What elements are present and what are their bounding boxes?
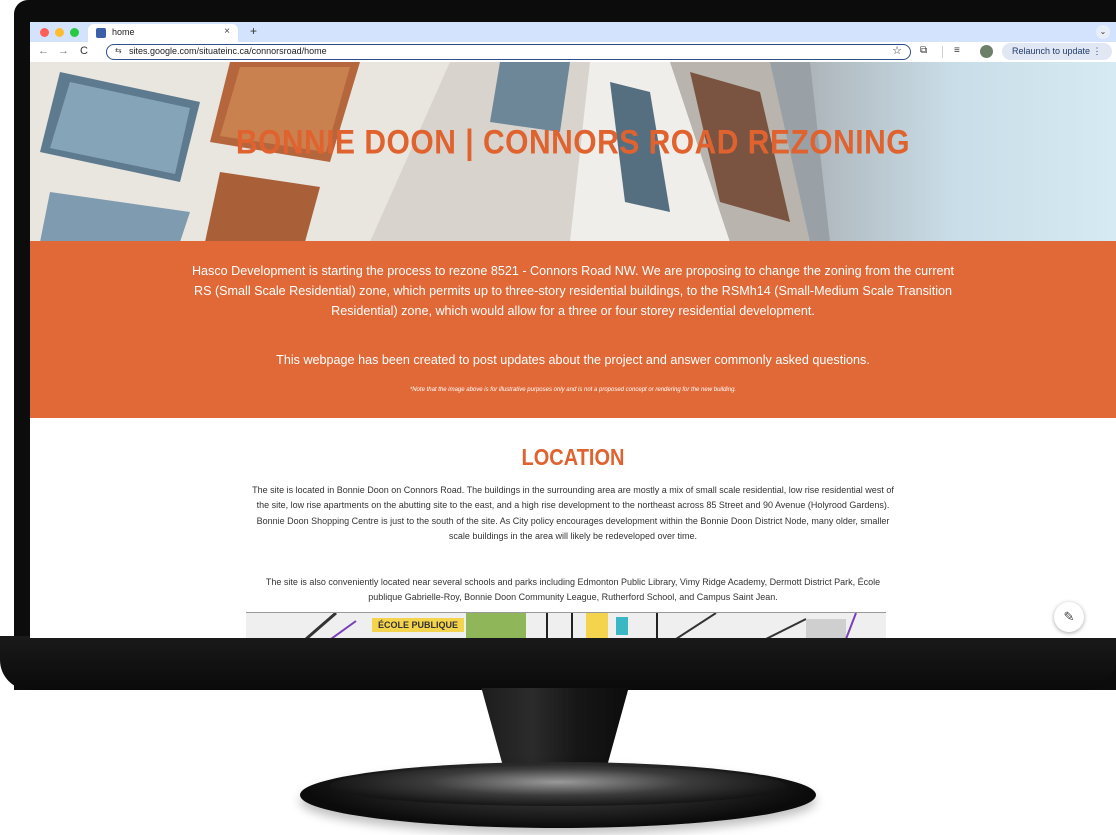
reload-button[interactable]: C	[80, 45, 88, 57]
minimize-window-button[interactable]	[55, 28, 64, 37]
maximize-window-button[interactable]	[70, 28, 79, 37]
forward-button[interactable]: →	[58, 45, 69, 57]
screen: home × + ⌄ ← → C ⇆ sites.google.com/situ…	[30, 22, 1116, 638]
tab-bar: home × + ⌄	[30, 22, 1116, 42]
map-graphic	[246, 613, 886, 638]
page-content: BONNIE DOON | CONNORS ROAD REZONING Hasc…	[30, 62, 1116, 638]
back-button[interactable]: ←	[38, 45, 49, 57]
browser-tab[interactable]: home ×	[88, 24, 238, 42]
url-text[interactable]: sites.google.com/situateinc.ca/connorsro…	[129, 46, 327, 56]
bookmark-star-icon[interactable]: ☆	[892, 44, 902, 57]
site-info-icon[interactable]: ⇆	[115, 46, 122, 55]
monitor-stand-base-highlight	[330, 766, 786, 806]
location-paragraph-amenities: The site is also conveniently located ne…	[265, 577, 881, 603]
toolbar-divider	[942, 46, 943, 58]
location-map: ÉCOLE PUBLIQUE	[246, 612, 886, 638]
illustrative-note: *Note that the image above is for illust…	[409, 387, 737, 393]
address-bar[interactable]: ⇆ sites.google.com/situateinc.ca/connors…	[106, 44, 911, 60]
relaunch-button[interactable]: Relaunch to update ⋮	[1002, 43, 1112, 60]
monitor-chin	[0, 636, 1116, 690]
hero-banner: BONNIE DOON | CONNORS ROAD REZONING	[30, 62, 1116, 242]
intro-section: Hasco Development is starting the proces…	[30, 241, 1116, 418]
tab-search-button[interactable]: ⌄	[1096, 25, 1110, 39]
location-heading: LOCATION	[521, 445, 625, 471]
reading-list-icon[interactable]: ≡	[954, 45, 960, 56]
close-window-button[interactable]	[40, 28, 49, 37]
location-paragraph: The site is located in Bonnie Doon on Co…	[252, 485, 894, 542]
toolbar: ← → C ⇆ sites.google.com/situateinc.ca/c…	[30, 42, 1116, 63]
map-label-school: ÉCOLE PUBLIQUE	[372, 618, 464, 632]
sites-favicon-icon	[96, 28, 106, 38]
intro-paragraph-updates: This webpage has been created to post up…	[276, 353, 870, 367]
pencil-icon: ✎	[1063, 609, 1075, 624]
new-tab-button[interactable]: +	[250, 24, 257, 38]
extensions-icon[interactable]: ⧉	[920, 45, 927, 56]
intro-paragraph: Hasco Development is starting the proces…	[191, 264, 955, 318]
page-title: BONNIE DOON | CONNORS ROAD REZONING	[235, 123, 911, 162]
tab-close-icon[interactable]: ×	[224, 26, 230, 37]
profile-avatar[interactable]	[980, 45, 993, 58]
edit-pencil-button[interactable]: ✎	[1054, 602, 1084, 632]
tab-title: home	[112, 27, 135, 37]
